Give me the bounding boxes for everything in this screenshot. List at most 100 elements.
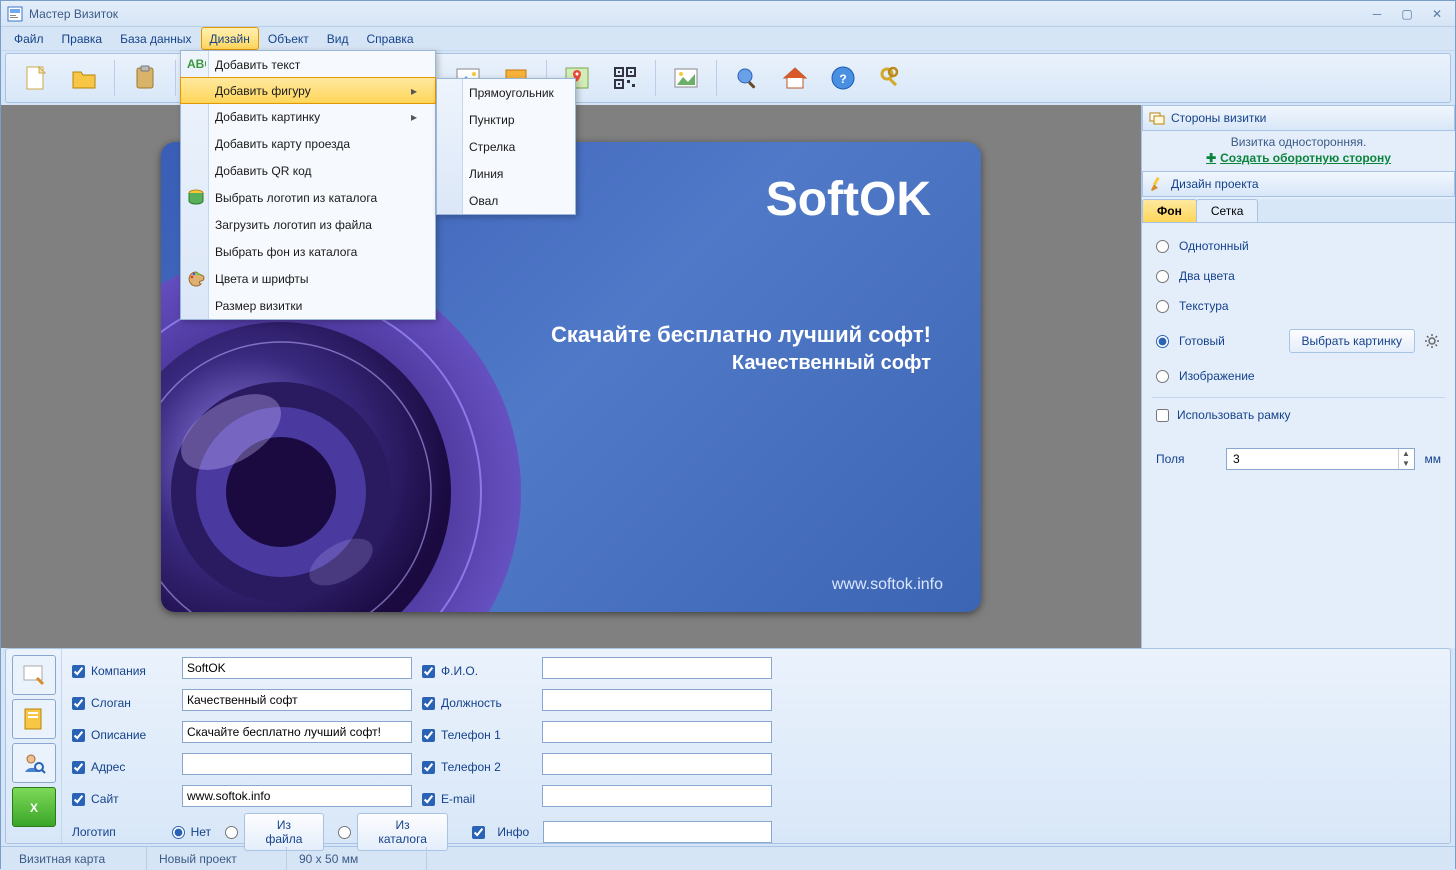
label-address[interactable]: Адрес [72, 753, 172, 781]
label-info[interactable]: Инфо [472, 825, 529, 839]
tab-background[interactable]: Фон [1142, 199, 1197, 222]
margins-unit: мм [1425, 452, 1442, 466]
check-phone2[interactable] [422, 761, 435, 774]
input-phone2[interactable] [542, 753, 772, 775]
shape-submenu: Прямоугольник Пунктир Стрелка Линия Овал [436, 78, 576, 215]
menu-item-label: Выбрать логотип из каталога [215, 191, 377, 205]
radio-solid[interactable] [1156, 240, 1169, 253]
close-button[interactable]: ✕ [1425, 6, 1449, 22]
label-site[interactable]: Сайт [72, 785, 172, 813]
check-fio[interactable] [422, 665, 435, 678]
check-desc[interactable] [72, 729, 85, 742]
card-line2[interactable]: Качественный софт [732, 352, 931, 375]
contacts-icon[interactable] [12, 699, 56, 739]
radio-logo-none[interactable] [172, 826, 185, 839]
tab-grid[interactable]: Сетка [1196, 199, 1259, 222]
check-phone1[interactable] [422, 729, 435, 742]
tool-help[interactable]: ? [821, 57, 865, 99]
gear-icon[interactable] [1423, 332, 1441, 350]
menu-view[interactable]: Вид [318, 27, 358, 50]
tool-background[interactable] [664, 57, 708, 99]
radio-logo-catalog[interactable] [338, 826, 351, 839]
menu-logo-catalog[interactable]: Выбрать логотип из каталога [181, 184, 435, 211]
label-company[interactable]: Компания [72, 657, 172, 685]
margins-input[interactable] [1227, 452, 1398, 466]
input-address[interactable] [182, 753, 412, 775]
menu-file[interactable]: Файл [5, 27, 53, 50]
input-email[interactable] [542, 785, 772, 807]
check-company[interactable] [72, 665, 85, 678]
menu-add-text[interactable]: ABC Добавить текст [181, 51, 435, 78]
card-site[interactable]: www.softok.info [832, 576, 943, 594]
radio-image[interactable] [1156, 370, 1169, 383]
label-phone2[interactable]: Телефон 2 [422, 753, 532, 781]
tool-add-qr[interactable] [603, 57, 647, 99]
check-info[interactable] [472, 826, 485, 839]
create-back-side-link[interactable]: ✚ Создать оборотную сторону [1142, 151, 1455, 171]
radio-label: Изображение [1179, 369, 1255, 383]
check-address[interactable] [72, 761, 85, 774]
check-slogan[interactable] [72, 697, 85, 710]
radio-logo-file[interactable] [225, 826, 238, 839]
menu-bg-catalog[interactable]: Выбрать фон из каталога [181, 238, 435, 265]
margins-spinner[interactable]: ▲▼ [1226, 448, 1415, 470]
tool-open[interactable] [62, 57, 106, 99]
check-position[interactable] [422, 697, 435, 710]
tool-new[interactable] [14, 57, 58, 99]
tool-preview[interactable] [725, 57, 769, 99]
input-site[interactable] [182, 785, 412, 807]
radio-texture[interactable] [1156, 300, 1169, 313]
input-info[interactable] [543, 821, 772, 843]
menu-add-map[interactable]: Добавить карту проезда [181, 130, 435, 157]
tool-home[interactable] [773, 57, 817, 99]
menu-object[interactable]: Объект [259, 27, 318, 50]
form-grid: Компания Ф.И.О. Слоган Должность Описани… [62, 649, 1450, 843]
excel-icon[interactable]: X [12, 787, 56, 827]
label-position[interactable]: Должность [422, 689, 532, 717]
checkbox-use-frame[interactable] [1156, 409, 1169, 422]
menu-add-image[interactable]: Добавить картинку ▸ [181, 103, 435, 130]
input-fio[interactable] [542, 657, 772, 679]
label-email[interactable]: E-mail [422, 785, 532, 813]
choose-image-button[interactable]: Выбрать картинку [1289, 329, 1415, 353]
tool-paste[interactable] [123, 57, 167, 99]
menu-add-qr[interactable]: Добавить QR код [181, 157, 435, 184]
person-search-icon[interactable] [12, 743, 56, 783]
separator [716, 60, 717, 96]
radio-preset[interactable] [1156, 335, 1169, 348]
bottom-panel: X Компания Ф.И.О. Слоган Должность Описа… [5, 648, 1451, 844]
spin-down[interactable]: ▼ [1399, 459, 1414, 469]
menu-edit[interactable]: Правка [53, 27, 112, 50]
label-phone1[interactable]: Телефон 1 [422, 721, 532, 749]
menu-design[interactable]: Дизайн [201, 27, 259, 50]
menu-colors-fonts[interactable]: Цвета и шрифты [181, 265, 435, 292]
design-header: Дизайн проекта [1142, 171, 1455, 197]
btn-logo-file[interactable]: Из файла [244, 813, 324, 851]
menu-add-shape[interactable]: Добавить фигуру ▸ [180, 77, 436, 104]
spin-up[interactable]: ▲ [1399, 449, 1414, 459]
maximize-button[interactable]: ▢ [1395, 6, 1419, 22]
input-position[interactable] [542, 689, 772, 711]
input-desc[interactable] [182, 721, 412, 743]
check-email[interactable] [422, 793, 435, 806]
menu-help[interactable]: Справка [357, 27, 422, 50]
titlebar: Мастер Визиток ─ ▢ ✕ [1, 1, 1455, 27]
card-brand[interactable]: SoftOK [766, 172, 931, 227]
label-fio[interactable]: Ф.И.О. [422, 657, 532, 685]
minimize-button[interactable]: ─ [1365, 6, 1389, 22]
tool-keys[interactable] [869, 57, 913, 99]
card-line1[interactable]: Скачайте бесплатно лучший софт! [551, 322, 931, 348]
label-desc[interactable]: Описание [72, 721, 172, 749]
check-site[interactable] [72, 793, 85, 806]
input-company[interactable] [182, 657, 412, 679]
menu-database[interactable]: База данных [111, 27, 200, 50]
input-slogan[interactable] [182, 689, 412, 711]
menu-logo-file[interactable]: Загрузить логотип из файла [181, 211, 435, 238]
btn-logo-catalog[interactable]: Из каталога [357, 813, 448, 851]
menu-item-label: Размер визитки [215, 299, 302, 313]
card-props-icon[interactable] [12, 655, 56, 695]
input-phone1[interactable] [542, 721, 772, 743]
label-slogan[interactable]: Слоган [72, 689, 172, 717]
menu-card-size[interactable]: Размер визитки [181, 292, 435, 319]
radio-twocolor[interactable] [1156, 270, 1169, 283]
